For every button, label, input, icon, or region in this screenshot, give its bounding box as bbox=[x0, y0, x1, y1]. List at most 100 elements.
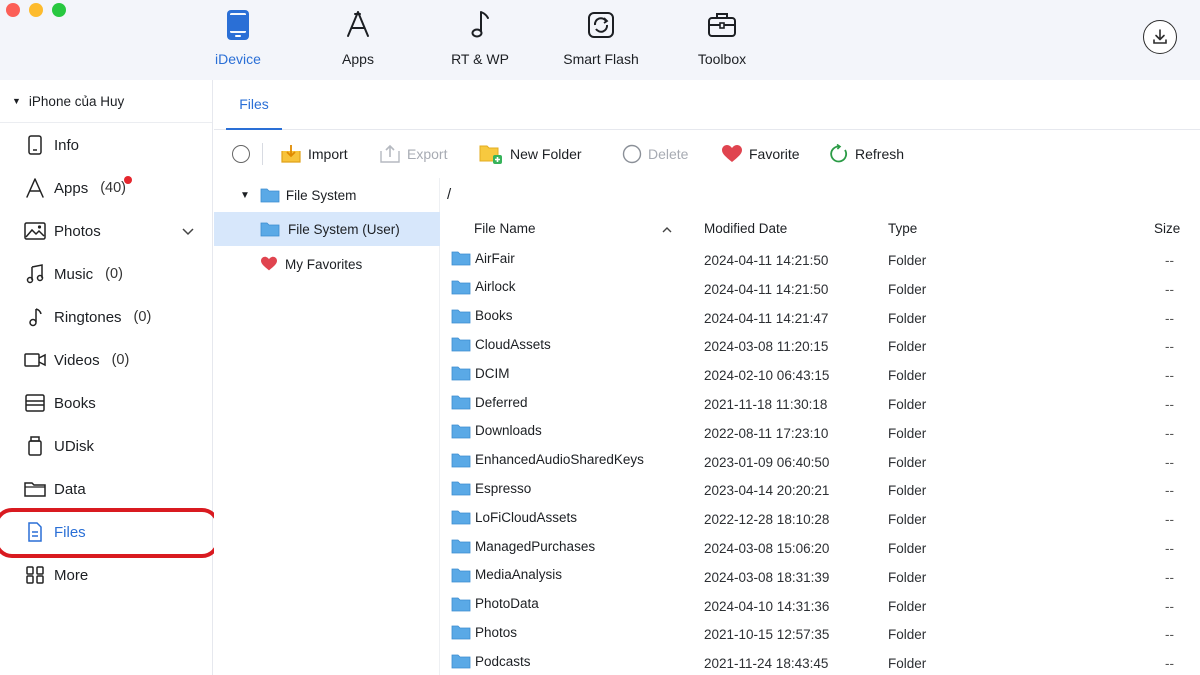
delete-button[interactable]: Delete bbox=[622, 141, 688, 167]
sidebar-item-info[interactable]: Info bbox=[0, 127, 212, 163]
folder-icon bbox=[451, 509, 471, 525]
folder-icon bbox=[451, 308, 471, 324]
file-type: Folder bbox=[888, 512, 927, 528]
table-row[interactable]: Deferred 2021-11-18 11:30:18 Folder -- bbox=[441, 390, 1200, 419]
file-name-cell: AirFair bbox=[451, 250, 515, 266]
table-row[interactable]: Podcasts 2021-11-24 18:43:45 Folder -- bbox=[441, 649, 1200, 675]
window-controls bbox=[6, 3, 66, 17]
table-row[interactable]: Photos 2021-10-15 12:57:35 Folder -- bbox=[441, 620, 1200, 649]
sidebar-item-books[interactable]: Books bbox=[0, 385, 212, 421]
export-label: Export bbox=[407, 146, 448, 162]
tab-files[interactable]: Files bbox=[226, 80, 282, 130]
file-type: Folder bbox=[888, 281, 927, 297]
table-row[interactable]: LoFiCloudAssets 2022-12-28 18:10:28 Folder… bbox=[441, 505, 1200, 534]
sidebar-item-videos[interactable]: Videos (0) bbox=[0, 342, 212, 378]
file-size: -- bbox=[1165, 569, 1174, 585]
column-header-size[interactable]: Size bbox=[1154, 221, 1180, 236]
tree-item-label: My Favorites bbox=[285, 256, 363, 272]
notification-badge bbox=[124, 176, 132, 184]
new-folder-label: New Folder bbox=[510, 146, 582, 162]
table-row[interactable]: CloudAssets 2024-03-08 11:20:15 Folder -- bbox=[441, 332, 1200, 361]
phone-info-icon bbox=[24, 134, 46, 156]
column-header-file-name[interactable]: File Name bbox=[474, 221, 536, 236]
sidebar-item-music[interactable]: Music (0) bbox=[0, 256, 212, 292]
sort-ascending-icon[interactable] bbox=[661, 222, 673, 238]
new-folder-button[interactable]: New Folder bbox=[478, 141, 582, 167]
table-row[interactable]: MediaAnalysis 2024-03-08 18:31:39 Folder -- bbox=[441, 563, 1200, 592]
sidebar-item-apps[interactable]: Apps (40) bbox=[0, 170, 212, 206]
download-button[interactable] bbox=[1143, 20, 1177, 54]
nav-tab-toolbox[interactable]: Toolbox bbox=[667, 8, 777, 68]
file-name-cell: EnhancedAudioSharedKeys bbox=[451, 452, 644, 468]
folder-icon bbox=[260, 187, 280, 203]
new-folder-icon bbox=[478, 143, 504, 165]
sidebar-item-udisk[interactable]: UDisk bbox=[0, 428, 212, 464]
minimize-window-button[interactable] bbox=[29, 3, 43, 17]
file-name: MediaAnalysis bbox=[475, 567, 563, 583]
sidebar-item-ringtones[interactable]: Ringtones (0) bbox=[0, 299, 212, 335]
sidebar-item-data[interactable]: Data bbox=[0, 471, 212, 507]
file-name-cell: PhotoData bbox=[451, 596, 539, 612]
table-row[interactable]: Books 2024-04-11 14:21:47 Folder -- bbox=[441, 304, 1200, 333]
nav-tab-smart-flash[interactable]: Smart Flash bbox=[546, 8, 656, 68]
select-all-checkbox[interactable] bbox=[232, 145, 250, 163]
close-window-button[interactable] bbox=[6, 3, 20, 17]
file-name: EnhancedAudioSharedKeys bbox=[475, 452, 644, 468]
column-header-modified-date[interactable]: Modified Date bbox=[704, 221, 787, 236]
sidebar-item-label: Files bbox=[54, 523, 86, 541]
sidebar-item-photos[interactable]: Photos bbox=[0, 213, 212, 249]
sidebar-item-files[interactable]: Files bbox=[0, 514, 212, 550]
file-type: Folder bbox=[888, 598, 927, 614]
sidebar: ▼ iPhone của Huy Info Apps (40) Photos M… bbox=[0, 80, 220, 675]
modified-date: 2021-10-15 12:57:35 bbox=[704, 627, 830, 643]
file-type: Folder bbox=[888, 310, 927, 326]
table-row[interactable]: PhotoData 2024-04-10 14:31:36 Folder -- bbox=[441, 592, 1200, 621]
table-row[interactable]: EnhancedAudioSharedKeys 2023-01-09 06:40:… bbox=[441, 448, 1200, 477]
folder-tree: ▼ File System File System (User) My Favo… bbox=[214, 178, 440, 675]
nav-tab-idevice[interactable]: iDevice bbox=[183, 8, 293, 68]
file-name-cell: LoFiCloudAssets bbox=[451, 509, 577, 525]
nav-tab-rt-wp[interactable]: RT & WP bbox=[425, 8, 535, 68]
modified-date: 2024-02-10 06:43:15 bbox=[704, 368, 830, 384]
modified-date: 2024-04-11 14:21:50 bbox=[704, 253, 829, 268]
tree-item-file-system-user[interactable]: File System (User) bbox=[214, 212, 440, 246]
file-name-cell: Airlock bbox=[451, 279, 516, 295]
chevron-down-icon[interactable] bbox=[182, 223, 194, 239]
import-button[interactable]: Import bbox=[280, 141, 348, 167]
music-note-icon bbox=[471, 11, 489, 38]
file-table: File Name Modified Date Type Size AirFai… bbox=[441, 212, 1200, 675]
file-type: Folder bbox=[888, 627, 927, 643]
tree-item-file-system[interactable]: ▼ File System bbox=[214, 178, 440, 212]
file-size: -- bbox=[1165, 454, 1174, 470]
table-row[interactable]: Airlock 2024-04-11 14:21:50 Folder -- bbox=[441, 275, 1200, 304]
table-row[interactable]: Espresso 2023-04-14 20:20:21 Folder -- bbox=[441, 476, 1200, 505]
folder-icon bbox=[451, 365, 471, 381]
folder-icon bbox=[451, 653, 471, 669]
table-row[interactable]: ManagedPurchases 2024-03-08 15:06:20 Folde… bbox=[441, 534, 1200, 563]
folder-icon bbox=[451, 423, 471, 439]
tree-item-my-favorites[interactable]: My Favorites bbox=[214, 247, 440, 281]
table-row[interactable]: AirFair 2024-04-11 14:21:50 Folder -- bbox=[441, 246, 1200, 275]
column-header-type[interactable]: Type bbox=[888, 221, 917, 236]
nav-tab-apps[interactable]: Apps bbox=[303, 8, 413, 68]
table-row[interactable]: Downloads 2022-08-11 17:23:10 Folder -- bbox=[441, 419, 1200, 448]
file-size: -- bbox=[1165, 368, 1174, 384]
flash-refresh-icon bbox=[588, 12, 614, 38]
sidebar-item-more[interactable]: More bbox=[0, 557, 212, 593]
zoom-window-button[interactable] bbox=[52, 3, 66, 17]
heart-icon bbox=[260, 256, 278, 272]
udisk-icon bbox=[24, 435, 46, 457]
export-button[interactable]: Export bbox=[379, 141, 447, 167]
sidebar-item-label: Photos bbox=[54, 222, 101, 240]
file-size: -- bbox=[1165, 425, 1174, 441]
file-type: Folder bbox=[888, 368, 927, 384]
file-type: Folder bbox=[888, 339, 927, 355]
file-size: -- bbox=[1165, 397, 1174, 412]
file-size: -- bbox=[1165, 656, 1174, 672]
modified-date: 2021-11-18 11:30:18 bbox=[704, 397, 828, 412]
table-row[interactable]: DCIM 2024-02-10 06:43:15 Folder -- bbox=[441, 361, 1200, 390]
favorite-button[interactable]: Favorite bbox=[721, 141, 800, 167]
device-selector[interactable]: ▼ iPhone của Huy bbox=[0, 80, 212, 123]
refresh-button[interactable]: Refresh bbox=[829, 141, 904, 167]
caret-down-icon[interactable]: ▼ bbox=[240, 190, 250, 201]
